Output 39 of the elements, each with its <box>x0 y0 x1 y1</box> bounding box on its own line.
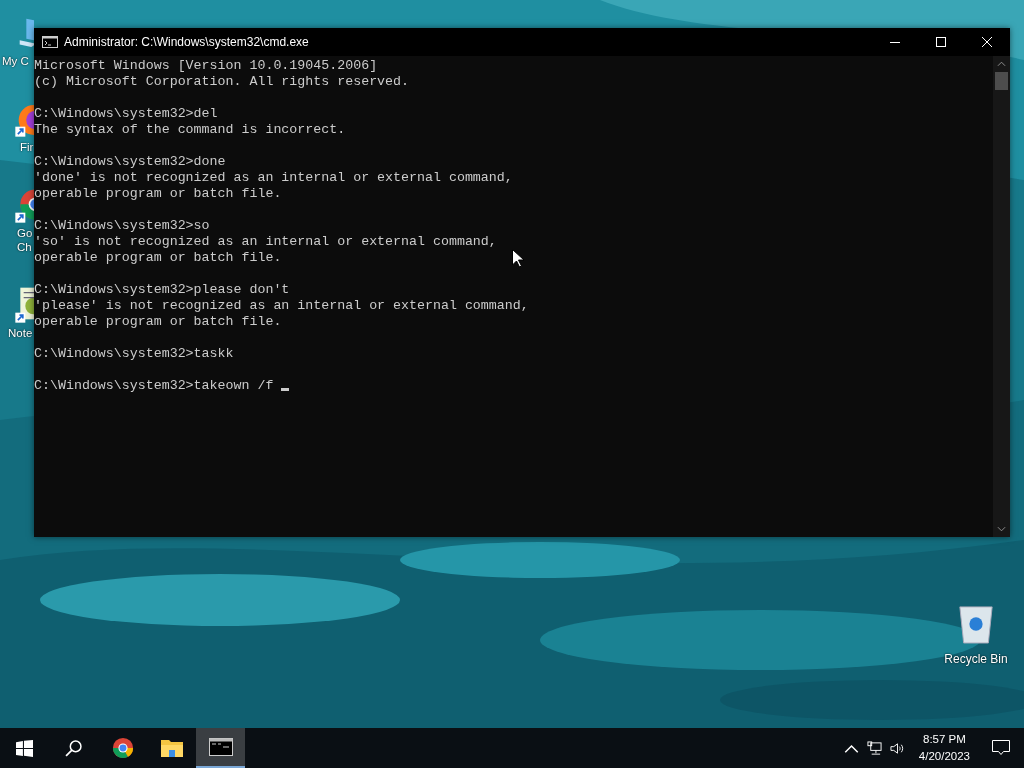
scroll-thumb[interactable] <box>995 72 1008 90</box>
console-line: operable program or batch file. <box>34 250 282 266</box>
browser-circle-icon <box>110 737 135 759</box>
console-line: C:\Windows\system32>takeown /f <box>34 378 275 394</box>
mouse-pointer-icon <box>512 249 524 268</box>
network-icon[interactable] <box>866 740 882 756</box>
icon-label: Recycle Bin <box>944 652 1008 666</box>
console-line: operable program or batch file. <box>34 314 282 330</box>
console-line: 'please' is not recognized as an internal or external command, <box>34 298 529 314</box>
console-line: The syntax of the command is incorrect. <box>34 122 346 138</box>
notification-icon[interactable] <box>992 740 1010 756</box>
clock-date: 4/20/2023 <box>918 749 970 764</box>
search-icon <box>65 739 82 757</box>
console-icon <box>42 36 58 48</box>
close-icon <box>982 37 992 47</box>
console-line: C:\Windows\system32>done <box>34 154 226 170</box>
windows-logo-icon <box>16 739 33 757</box>
console-line: operable program or batch file. <box>34 186 282 202</box>
clock[interactable]: 8:57 PM 4/20/2023 <box>918 731 970 765</box>
maximize-icon <box>936 37 946 47</box>
speaker-icon[interactable] <box>889 740 905 756</box>
console-taskbar-button[interactable] <box>196 728 245 768</box>
console-line: (c) Microsoft Corporation. All rights reserved. <box>34 74 410 90</box>
icon-label: Go Ch <box>16 226 33 254</box>
console-line: 'so' is not recognized as an internal or external command, <box>34 234 497 250</box>
console-line: 'done' is not recognized as an internal or external command, <box>34 170 513 186</box>
console-line: C:\Windows\system32>please don't <box>34 282 290 298</box>
window-title: Administrator: C:\Windows\system32\cmd.exe <box>64 35 309 49</box>
icon-label: Fir <box>19 140 34 154</box>
icon-label: Note <box>7 326 33 340</box>
console-line: C:\Windows\system32>taskk <box>34 346 234 362</box>
icon-label: My C <box>1 54 29 68</box>
console-line: C:\Windows\system32>so <box>34 218 210 234</box>
console-icon <box>208 736 233 758</box>
clock-time: 8:57 PM <box>923 732 966 747</box>
folder-icon <box>159 737 184 759</box>
console-line: Microsoft Windows [Version 10.0.19045.2006] <box>34 58 378 74</box>
console-line: C:\Windows\system32>del <box>34 106 218 122</box>
scrollbar[interactable] <box>993 56 1010 537</box>
